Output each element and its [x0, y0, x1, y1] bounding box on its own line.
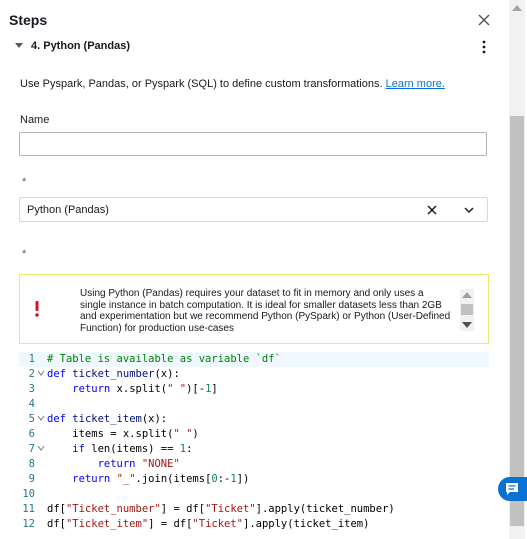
step-description: Use Pyspark, Pandas, or Pyspark (SQL) to…: [20, 78, 445, 90]
line-number: 11: [22, 503, 35, 515]
fold-icon[interactable]: [37, 414, 45, 422]
name-input[interactable]: [19, 132, 487, 156]
chat-button[interactable]: [498, 477, 527, 501]
scroll-up-icon[interactable]: [462, 292, 472, 298]
code-text: df["Ticket_item"] = df["Ticket"].apply(t…: [47, 518, 370, 530]
learn-more-link[interactable]: Learn more.: [386, 78, 445, 90]
alert-message: Using Python (Pandas) requires your data…: [80, 288, 451, 334]
line-number: 9: [28, 473, 35, 485]
panel-scrollbar[interactable]: [509, 0, 525, 539]
code-text: return x.split(" ")[-1]: [72, 383, 218, 395]
code-line[interactable]: 12 df["Ticket_item"] = df["Ticket"].appl…: [19, 517, 489, 532]
panel-header: Steps: [0, 0, 509, 40]
code-line[interactable]: 2 def ticket_number(x):: [19, 367, 489, 382]
caret-down-icon[interactable]: [15, 41, 23, 49]
chevron-down-icon[interactable]: [463, 205, 475, 215]
code-text: return "_".join(items[0:-1]): [72, 473, 250, 485]
scroll-thumb[interactable]: [510, 116, 524, 526]
transform-type-select[interactable]: Python (Pandas): [19, 197, 488, 222]
line-number: 5: [28, 413, 35, 425]
chat-icon: [506, 483, 518, 495]
line-number: 2: [28, 368, 35, 380]
panel-title: Steps: [9, 12, 48, 28]
code-text: items = x.split(" "): [47, 428, 199, 440]
scroll-up-icon[interactable]: [512, 5, 522, 11]
code-text: df["Ticket_number"] = df["Ticket"].apply…: [47, 503, 395, 515]
name-label: Name: [20, 114, 50, 126]
code-line[interactable]: 11 df["Ticket_number"] = df["Ticket"].ap…: [19, 502, 489, 517]
description-text: Use Pyspark, Pandas, or Pyspark (SQL) to…: [20, 78, 386, 90]
line-number: 6: [28, 428, 35, 440]
line-number: 7: [28, 443, 35, 455]
close-icon[interactable]: [474, 10, 494, 30]
scroll-down-icon[interactable]: [462, 322, 472, 328]
code-text: def ticket_item(x):: [47, 413, 168, 425]
fold-icon[interactable]: [37, 369, 45, 377]
code-text: def ticket_number(x):: [47, 368, 180, 380]
code-text: return "NONE": [97, 458, 180, 470]
line-number: 4: [28, 398, 35, 410]
code-line[interactable]: 1 # Table is available as variable `df`: [19, 352, 489, 367]
steps-panel: Steps 4. Python (Pandas) Use Pyspark, Pa…: [0, 0, 509, 539]
step-header[interactable]: 4. Python (Pandas): [0, 36, 509, 58]
code-line[interactable]: 5 def ticket_item(x):: [19, 412, 489, 427]
code-text: if len(items) == 1:: [72, 443, 193, 455]
fold-icon[interactable]: [37, 444, 45, 452]
alert-scrollbar[interactable]: [460, 289, 474, 331]
code-line[interactable]: 10: [19, 487, 489, 502]
code-line[interactable]: 7 if len(items) == 1:: [19, 442, 489, 457]
line-number: 1: [28, 353, 35, 365]
code-editor[interactable]: 1 # Table is available as variable `df` …: [19, 352, 489, 539]
line-number: 12: [22, 518, 35, 530]
required-asterisk: *: [22, 176, 27, 188]
scroll-thumb[interactable]: [461, 304, 473, 315]
line-number: 8: [28, 458, 35, 470]
required-asterisk: *: [22, 248, 27, 260]
line-number: 3: [28, 383, 35, 395]
warning-alert: Using Python (Pandas) requires your data…: [19, 274, 489, 344]
code-line[interactable]: 3 return x.split(" ")[-1]: [19, 382, 489, 397]
code-text: # Table is available as variable `df`: [47, 353, 281, 365]
code-line[interactable]: 6 items = x.split(" "): [19, 427, 489, 442]
select-value: Python (Pandas): [27, 204, 109, 216]
code-line[interactable]: 8 return "NONE": [19, 457, 489, 472]
clear-icon[interactable]: [425, 203, 439, 217]
step-title: 4. Python (Pandas): [31, 40, 131, 52]
code-line[interactable]: 4: [19, 397, 489, 412]
exclamation-icon: [35, 301, 39, 317]
kebab-icon[interactable]: [478, 39, 490, 55]
line-number: 10: [22, 488, 35, 500]
code-line[interactable]: 9 return "_".join(items[0:-1]): [19, 472, 489, 487]
